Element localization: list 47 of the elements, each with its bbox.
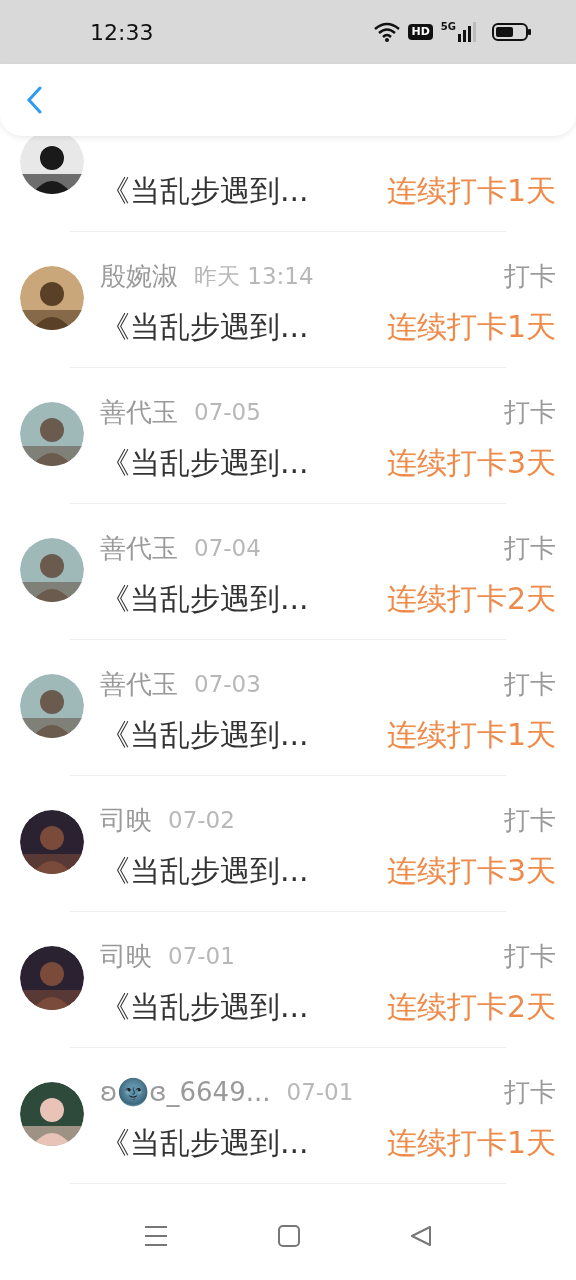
post-time: 07-01 <box>286 1077 354 1107</box>
user-name: 善代玉 <box>100 395 178 429</box>
home-icon[interactable] <box>278 1225 300 1247</box>
battery-icon <box>492 22 532 42</box>
book-title: 《当乱步遇到... <box>100 851 309 890</box>
action-label: 打卡 <box>504 1075 556 1109</box>
book-title: 《当乱步遇到... <box>100 171 309 210</box>
streak-label: 连续打卡3天 <box>386 443 556 482</box>
post-time: 昨天 13:14 <box>194 261 314 291</box>
post-time: 07-04 <box>194 533 261 563</box>
signal-icon <box>458 22 476 42</box>
action-label: 打卡 <box>504 395 556 429</box>
user-name: 司映 <box>100 803 152 837</box>
book-title: 《当乱步遇到... <box>100 307 309 346</box>
streak-label: 连续打卡1天 <box>386 171 556 210</box>
streak-label: 连续打卡2天 <box>386 579 556 618</box>
network-label: 5G <box>440 22 456 32</box>
user-name: 殷婉淑 <box>100 259 178 293</box>
book-title: 《当乱步遇到... <box>100 443 309 482</box>
user-name: 司映 <box>100 939 152 973</box>
action-label: 打卡 <box>504 667 556 701</box>
wifi-icon <box>374 22 401 42</box>
menu-icon[interactable] <box>144 1225 168 1247</box>
streak-label: 连续打卡1天 <box>386 1123 556 1162</box>
back-icon[interactable] <box>410 1225 432 1247</box>
action-label: 打卡 <box>504 531 556 565</box>
user-name: ʚ🌚ɞ_6649... <box>100 1075 271 1109</box>
book-title: 《当乱步遇到... <box>100 1123 309 1162</box>
back-icon <box>26 86 42 114</box>
hd-badge: HD <box>408 24 433 40</box>
post-time: 07-05 <box>194 397 261 427</box>
streak-label: 连续打卡1天 <box>386 715 556 754</box>
post-time: 07-01 <box>168 941 235 971</box>
streak-label: 连续打卡3天 <box>386 851 556 890</box>
action-label: 打卡 <box>504 259 556 293</box>
book-title: 《当乱步遇到... <box>100 715 309 754</box>
action-label: 打卡 <box>504 803 556 837</box>
book-title: 《当乱步遇到... <box>100 579 309 618</box>
post-time: 07-02 <box>168 805 235 835</box>
streak-label: 连续打卡1天 <box>386 307 556 346</box>
post-time: 07-03 <box>194 669 261 699</box>
book-title: 《当乱步遇到... <box>100 987 309 1026</box>
status-time: 12:33 <box>90 18 154 47</box>
streak-label: 连续打卡2天 <box>386 987 556 1026</box>
user-name: 善代玉 <box>100 667 178 701</box>
action-label: 打卡 <box>504 939 556 973</box>
user-name: 善代玉 <box>100 531 178 565</box>
